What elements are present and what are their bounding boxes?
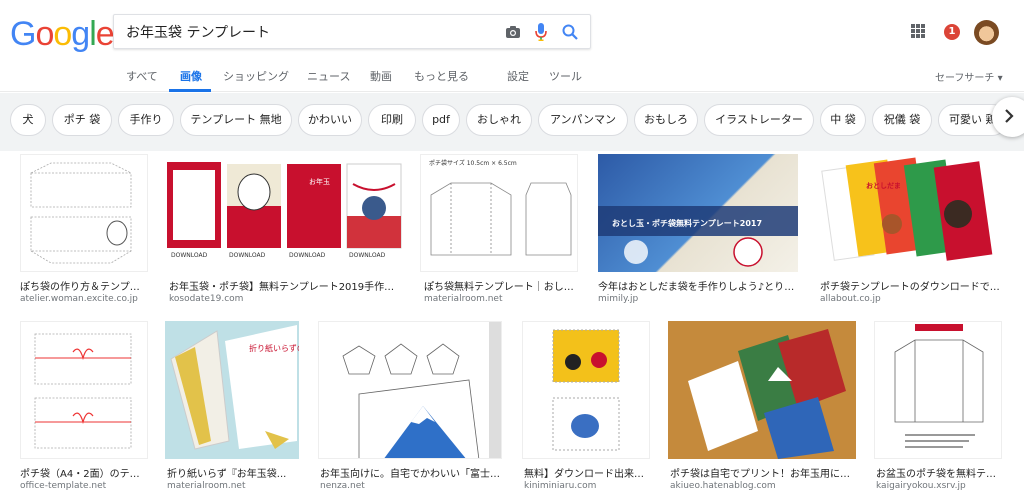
avatar[interactable] <box>974 20 999 45</box>
result-caption[interactable]: 今年はおとしだま袋を手作りしよう♪とりの... <box>598 278 798 293</box>
image-result[interactable]: 折り紙いらずの「おとしだま袋」 折り紙いらず『お年玉袋... materialr… <box>165 321 299 493</box>
search-input[interactable] <box>126 21 496 43</box>
chip-stylish[interactable]: おしゃれ <box>466 104 532 136</box>
search-icon[interactable] <box>560 22 580 42</box>
thumb-download-label: DOWNLOAD <box>229 252 266 259</box>
safesearch-dropdown[interactable]: セーフサーチ ▾ <box>935 69 1003 84</box>
camera-icon[interactable] <box>503 22 523 42</box>
result-caption[interactable]: 無料】ダウンロード出来る... <box>524 465 650 480</box>
chip-anpanman[interactable]: アンパンマン <box>538 104 628 136</box>
chip-handmade[interactable]: 手作り <box>118 104 174 136</box>
chip-pochi-bag[interactable]: ポチ 袋 <box>52 104 112 136</box>
chip-dog[interactable]: 犬 <box>10 104 46 136</box>
chip-illustrator[interactable]: イラストレーター <box>704 104 814 136</box>
chevron-right-icon <box>1004 108 1014 127</box>
result-caption[interactable]: ポチ袋テンプレートのダウンロードでお... <box>820 278 1004 293</box>
result-caption[interactable]: ポチ袋は自宅でプリント！お年玉用にオ... <box>670 465 856 480</box>
tab-more[interactable]: もっと見る <box>414 68 469 84</box>
tab-tools[interactable]: ツール <box>549 68 582 84</box>
result-thumbnail[interactable] <box>20 154 148 272</box>
chips-next-button[interactable] <box>992 97 1024 137</box>
image-result[interactable]: おとしだま ポチ袋テンプレートのダウンロードでお... allabout.co.… <box>818 154 1004 304</box>
result-domain: nenza.net <box>320 481 365 491</box>
result-thumbnail[interactable] <box>318 321 502 459</box>
tab-all[interactable]: すべて <box>126 68 158 84</box>
result-caption[interactable]: お年玉向けに。自宅でかわいい「富士山... <box>320 465 502 480</box>
tab-images[interactable]: 画像 <box>180 68 202 84</box>
header: Google 1 すべて 画像 ショッピング ニュース 動画 もっと見る 設定 … <box>0 0 1024 92</box>
image-results-grid: ぽち袋の作り方＆テンプレ... atelier.woman.excite.co.… <box>0 151 1024 493</box>
thumb-text-otoshidama: おとしだま <box>866 181 901 190</box>
search-tabs: すべて 画像 ショッピング ニュース 動画 もっと見る 設定 ツール セーフサー… <box>0 62 1024 92</box>
image-result[interactable]: ポチ袋サイズ 10.5cm × 6.5cm ぽち袋無料テンプレート｜おしゃ...… <box>420 154 578 304</box>
related-searches-bar: 犬 ポチ 袋 手作り テンプレート 無地 かわいい 印刷 pdf おしゃれ アン… <box>0 93 1024 151</box>
thumb-title: おとし玉・ポチ袋無料テンプレート2017 <box>612 218 762 228</box>
tab-settings[interactable]: 設定 <box>507 68 529 84</box>
thumb-download-label: DOWNLOAD <box>289 252 326 259</box>
tab-shopping[interactable]: ショッピング <box>223 68 289 84</box>
image-result[interactable]: ぽち袋の作り方＆テンプレ... atelier.woman.excite.co.… <box>20 154 148 304</box>
result-caption[interactable]: 折り紙いらず『お年玉袋... <box>167 465 299 480</box>
thumb-text-otoshidama: お年玉 <box>309 177 330 186</box>
tab-news[interactable]: ニュース <box>307 68 350 84</box>
result-domain: materialroom.net <box>167 481 246 491</box>
chip-pdf[interactable]: pdf <box>422 104 460 136</box>
result-caption[interactable]: ぽち袋の作り方＆テンプレ... <box>20 278 148 293</box>
result-caption[interactable]: ポチ袋（A4・2面）のテン... <box>20 465 148 480</box>
result-thumbnail[interactable]: おとし玉・ポチ袋無料テンプレート2017 <box>598 154 798 272</box>
image-result[interactable]: おとし玉・ポチ袋無料テンプレート2017 今年はおとしだま袋を手作りしよう♪とり… <box>598 154 798 304</box>
result-domain: office-template.net <box>20 481 107 491</box>
result-caption[interactable]: ぽち袋無料テンプレート｜おしゃ... <box>424 278 578 293</box>
result-domain: kiniminiaru.com <box>524 481 597 491</box>
chip-inner-bag[interactable]: 中 袋 <box>820 104 866 136</box>
thumb-title: ポチ袋サイズ 10.5cm × 6.5cm <box>429 159 517 167</box>
result-domain: atelier.woman.excite.co.jp <box>20 294 138 304</box>
image-result[interactable]: お年玉向けに。自宅でかわいい「富士山... nenza.net <box>318 321 502 493</box>
search-box[interactable] <box>113 14 591 49</box>
result-thumbnail[interactable] <box>668 321 856 459</box>
thumb-title: 折り紙いらずの「おとしだま袋」 <box>249 343 299 353</box>
apps-grid-icon[interactable] <box>911 24 925 38</box>
result-domain: materialroom.net <box>424 294 503 304</box>
result-domain: allabout.co.jp <box>820 294 881 304</box>
result-thumbnail[interactable]: ポチ袋サイズ 10.5cm × 6.5cm <box>420 154 578 272</box>
thumb-download-label: DOWNLOAD <box>349 252 386 259</box>
chip-template-plain[interactable]: テンプレート 無地 <box>180 104 292 136</box>
result-thumbnail[interactable] <box>874 321 1002 459</box>
chip-cute[interactable]: かわいい <box>298 104 362 136</box>
chip-funny[interactable]: おもしろ <box>634 104 698 136</box>
image-result[interactable]: お盆玉のポチ袋を無料テンプ... kaigairyokou.xsrv.jp <box>874 321 1002 493</box>
image-result[interactable]: ポチ袋（A4・2面）のテン... office-template.net <box>20 321 148 493</box>
thumb-download-label: DOWNLOAD <box>171 252 208 259</box>
result-caption[interactable]: お年玉袋・ポチ袋】無料テンプレート2019手作りで... <box>169 278 402 293</box>
image-result[interactable]: お年玉 DOWNLOAD DOWNLOAD DOWNLOAD DOWNLOAD … <box>165 154 402 304</box>
active-tab-indicator <box>169 89 211 92</box>
result-thumbnail[interactable]: おとしだま <box>818 154 1004 272</box>
result-domain: akiueo.hatenablog.com <box>670 481 776 491</box>
result-thumbnail[interactable] <box>522 321 650 459</box>
tab-videos[interactable]: 動画 <box>370 68 392 84</box>
mic-icon[interactable] <box>531 22 551 42</box>
result-thumbnail[interactable]: 折り紙いらずの「おとしだま袋」 <box>165 321 299 459</box>
google-logo[interactable]: Google <box>10 15 115 54</box>
result-thumbnail[interactable]: お年玉 DOWNLOAD DOWNLOAD DOWNLOAD DOWNLOAD <box>165 154 402 272</box>
chip-gift-bag[interactable]: 祝儀 袋 <box>872 104 932 136</box>
image-result[interactable]: 無料】ダウンロード出来る... kiniminiaru.com <box>522 321 650 493</box>
result-domain: mimily.jp <box>598 294 639 304</box>
result-caption[interactable]: お盆玉のポチ袋を無料テンプ... <box>876 465 1002 480</box>
chip-print[interactable]: 印刷 <box>368 104 416 136</box>
image-result[interactable]: ポチ袋は自宅でプリント！お年玉用にオ... akiueo.hatenablog.… <box>668 321 856 493</box>
result-thumbnail[interactable] <box>20 321 148 459</box>
result-domain: kaigairyokou.xsrv.jp <box>876 481 966 491</box>
result-domain: kosodate19.com <box>169 294 244 304</box>
notification-badge[interactable]: 1 <box>944 24 960 40</box>
